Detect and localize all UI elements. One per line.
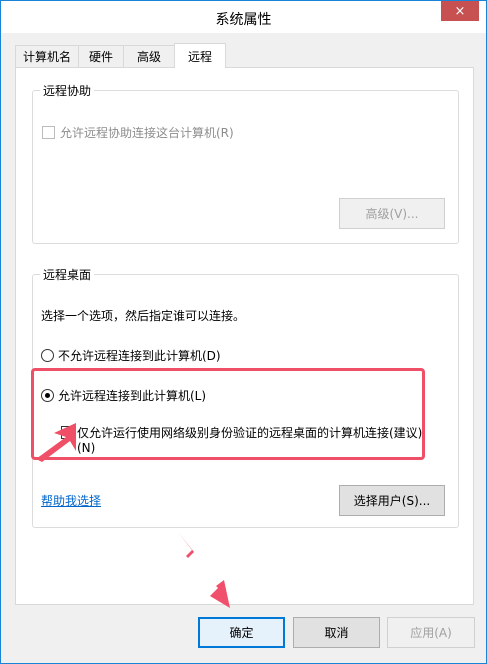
remote-assistance-group: 远程协助 允许远程协助连接这台计算机(R) 高级(V)... — [32, 82, 459, 244]
remote-assistance-title: 远程协助 — [40, 82, 95, 99]
apply-button[interactable]: 应用(A) — [387, 617, 475, 648]
tab-computer-name[interactable]: 计算机名 — [15, 45, 79, 67]
tab-hardware[interactable]: 硬件 — [78, 45, 124, 67]
ok-button[interactable]: 确定 — [198, 617, 285, 648]
window-title: 系统属性 — [215, 12, 272, 28]
annotation-highlight-box — [31, 368, 425, 460]
cancel-button[interactable]: 取消 — [293, 617, 380, 648]
deny-remote-label: 不允许远程连接到此计算机(D) — [58, 349, 221, 363]
annotation-arrow-small-icon — [36, 423, 76, 462]
allow-remote-assistance-checkbox[interactable] — [42, 126, 55, 139]
advanced-button[interactable]: 高级(V)... — [339, 198, 445, 229]
annotation-arrow-large-icon — [178, 532, 230, 608]
select-users-button[interactable]: 选择用户(S)... — [339, 485, 445, 516]
title-bar: 系统属性 × — [1, 1, 486, 33]
instruction-text: 选择一个选项，然后指定谁可以连接。 — [41, 309, 246, 323]
close-button[interactable]: × — [441, 1, 479, 21]
remote-desktop-title: 远程桌面 — [40, 266, 95, 283]
remote-tab-panel: 远程协助 允许远程协助连接这台计算机(R) 高级(V)... 远程桌面 选择一个… — [15, 67, 474, 605]
system-properties-window: 系统属性 × 计算机名 硬件 高级 远程 远程协助 允许远程协助连接这台计算机(… — [0, 0, 487, 664]
deny-remote-radio[interactable] — [41, 349, 54, 362]
tab-advanced[interactable]: 高级 — [123, 45, 175, 67]
allow-remote-assistance-label: 允许远程协助连接这台计算机(R) — [60, 126, 234, 140]
tab-remote[interactable]: 远程 — [174, 43, 226, 68]
help-me-choose-link[interactable]: 帮助我选择 — [41, 492, 101, 509]
